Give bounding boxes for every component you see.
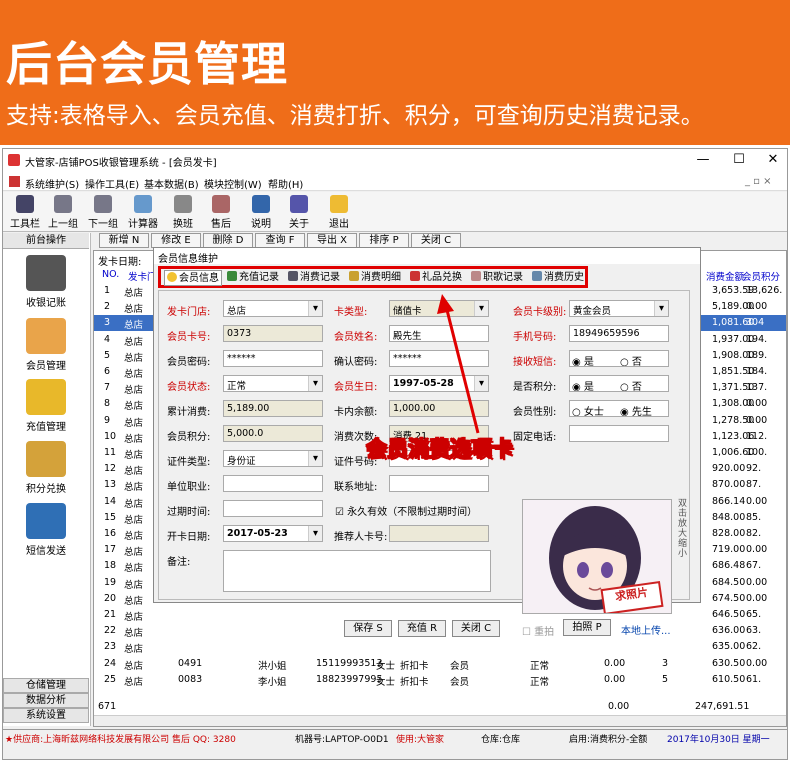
arrow-head-icon bbox=[437, 294, 454, 314]
annotation-arrow bbox=[437, 294, 480, 434]
arrow-line bbox=[445, 309, 480, 434]
callout-label: 会员消费选项卡 bbox=[366, 437, 514, 462]
